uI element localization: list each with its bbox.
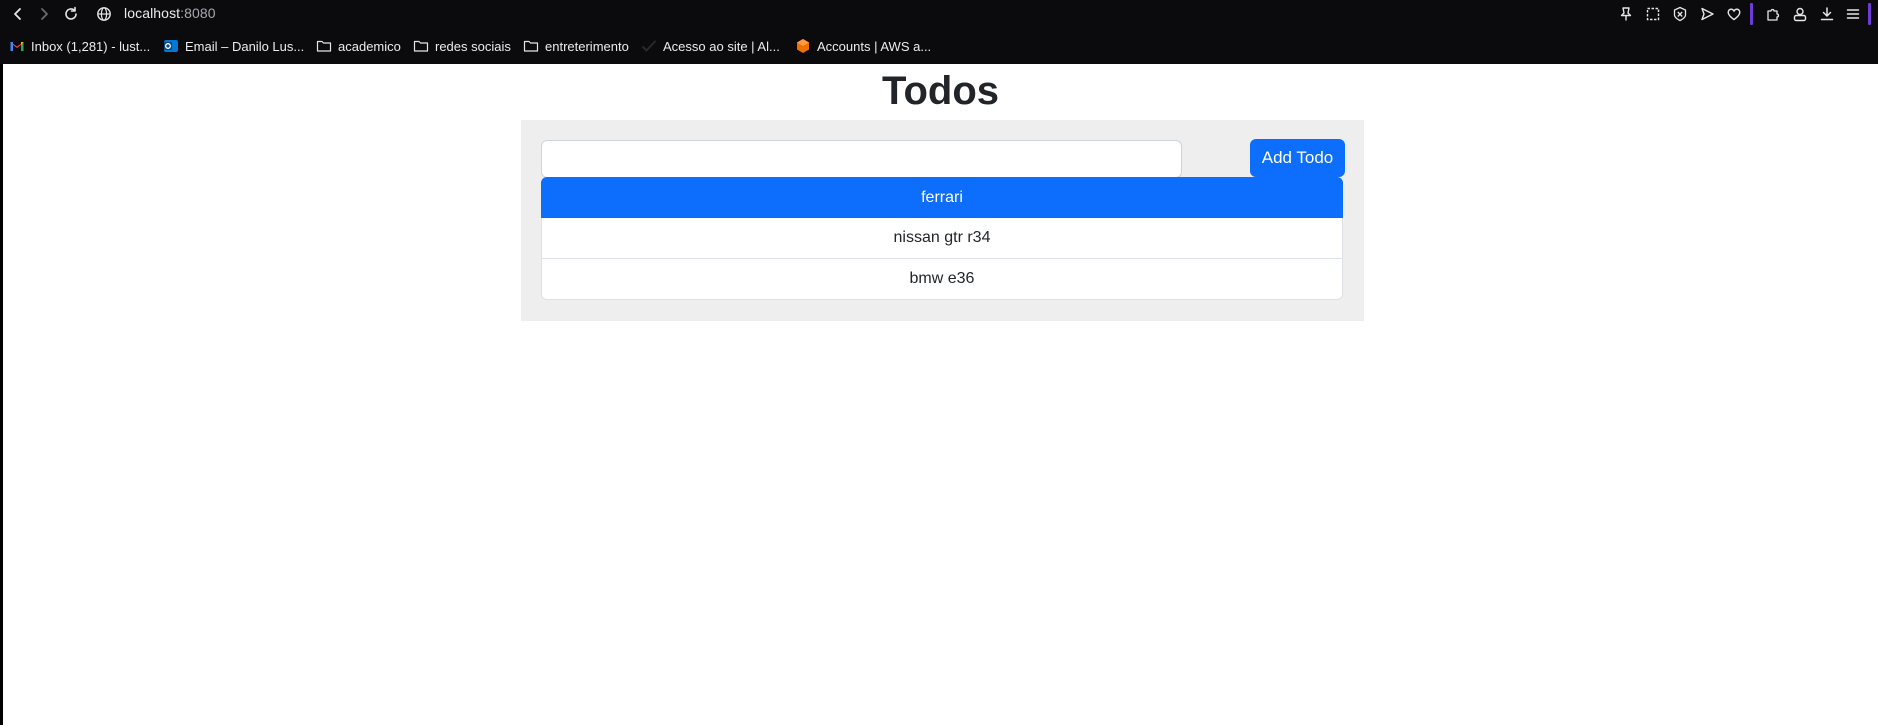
toolbar-divider [1750, 3, 1753, 25]
bookmark-folder-entreterimento[interactable]: entreterimento [523, 37, 629, 55]
back-button[interactable] [8, 4, 28, 24]
menu-icon [1846, 9, 1860, 19]
site-info-button[interactable] [94, 4, 114, 24]
folder-icon [316, 38, 332, 54]
menu-button[interactable] [1843, 4, 1863, 24]
reload-button[interactable] [61, 4, 81, 24]
crop-icon [1646, 7, 1660, 21]
send-button[interactable] [1697, 4, 1717, 24]
globe-icon [97, 7, 111, 21]
heart-icon [1727, 8, 1741, 21]
todo-item[interactable]: nissan gtr r34 [541, 218, 1343, 259]
chevron-left-icon [14, 8, 21, 20]
chevron-right-icon [41, 8, 48, 20]
reload-icon [65, 6, 77, 20]
shield-x-icon [1673, 6, 1687, 22]
gmail-icon [9, 38, 25, 54]
pin-icon [1620, 7, 1632, 21]
address-bar[interactable]: localhost:8080 [124, 5, 216, 21]
folder-icon [413, 38, 429, 54]
bookmark-folder-redes-sociais[interactable]: redes sociais [413, 37, 511, 55]
download-icon [1820, 7, 1834, 21]
bookmark-label: Acesso ao site | Al... [663, 38, 780, 54]
profile-icon [1793, 7, 1807, 22]
adblock-button[interactable] [1670, 4, 1690, 24]
bookmark-acesso[interactable]: Acesso ao site | Al... [641, 37, 780, 55]
bookmark-label: redes sociais [435, 38, 511, 54]
bookmark-email[interactable]: Email – Danilo Lus... [163, 37, 304, 55]
todo-item[interactable]: bmw e36 [541, 259, 1343, 300]
downloads-button[interactable] [1817, 4, 1837, 24]
favorites-button[interactable] [1724, 4, 1744, 24]
bookmark-label: entreterimento [545, 38, 629, 54]
forward-button[interactable] [34, 4, 54, 24]
page-title: Todos [881, 69, 999, 113]
page-viewport: Todos Add Todo ferrari nissan gtr r34 bm… [3, 64, 1878, 725]
bookmark-label: Email – Danilo Lus... [185, 38, 305, 54]
bookmark-aws[interactable]: Accounts | AWS a... [795, 37, 931, 55]
puzzle-icon [1767, 8, 1780, 21]
todo-list: ferrari nissan gtr r34 bmw e36 [541, 177, 1343, 300]
todo-panel: Add Todo ferrari nissan gtr r34 bmw e36 [521, 120, 1364, 321]
screenshot-button[interactable] [1643, 4, 1663, 24]
send-icon [1701, 7, 1714, 21]
checkmark-icon [641, 38, 657, 54]
toolbar-edge-accent [1868, 3, 1871, 25]
profile-button[interactable] [1790, 4, 1810, 24]
outlook-icon [163, 38, 179, 54]
bookmark-label: Accounts | AWS a... [817, 38, 932, 54]
url-port: :8080 [180, 5, 216, 21]
todo-input[interactable] [541, 140, 1182, 178]
bookmarks-bar: Inbox (1,281) - lust... Email – Danilo L… [0, 27, 1878, 64]
url-host: localhost [124, 5, 181, 21]
folder-icon [523, 38, 539, 54]
bookmark-folder-academico[interactable]: academico [316, 37, 401, 55]
bookmark-label: Inbox (1,281) - lust... [31, 38, 151, 54]
aws-icon [795, 38, 811, 54]
bookmark-label: academico [338, 38, 401, 54]
bookmark-inbox[interactable]: Inbox (1,281) - lust... [9, 37, 150, 55]
pin-button[interactable] [1616, 4, 1636, 24]
todo-item[interactable]: ferrari [541, 177, 1343, 218]
extensions-button[interactable] [1763, 4, 1783, 24]
add-todo-button[interactable]: Add Todo [1250, 139, 1345, 177]
browser-toolbar: localhost:8080 [0, 0, 1878, 27]
